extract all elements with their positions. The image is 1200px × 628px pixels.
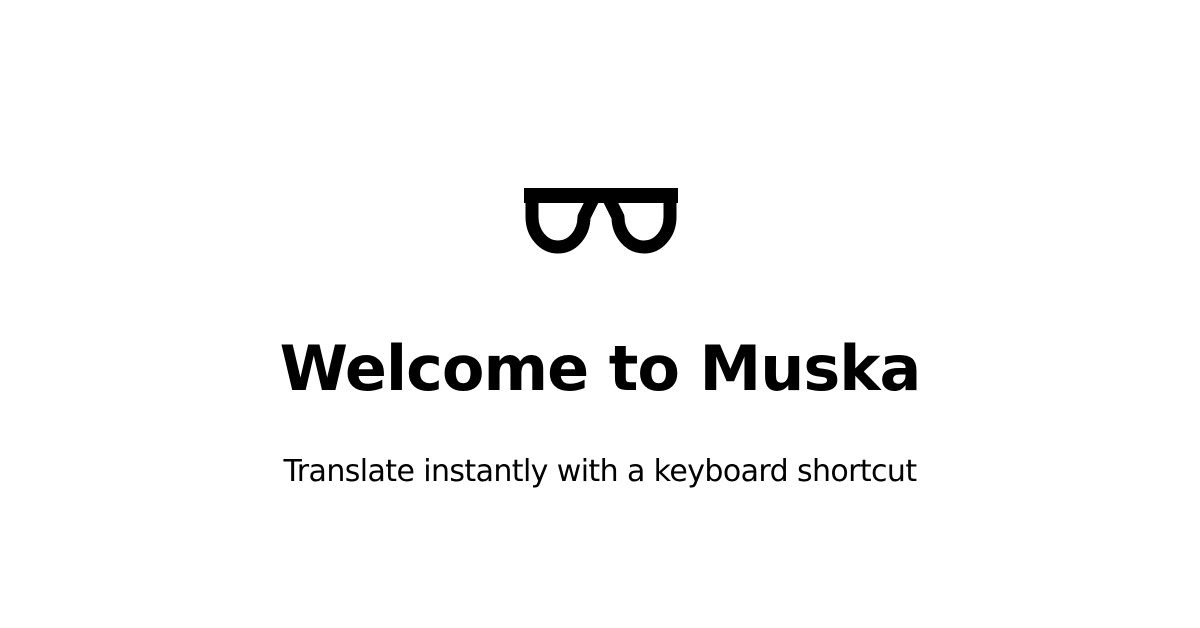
welcome-subtitle: Translate instantly with a keyboard shor… <box>283 454 917 489</box>
glasses-icon <box>522 185 680 259</box>
welcome-title: Welcome to Muska <box>279 332 922 405</box>
welcome-screen: Welcome to Muska Translate instantly wit… <box>0 0 1200 628</box>
